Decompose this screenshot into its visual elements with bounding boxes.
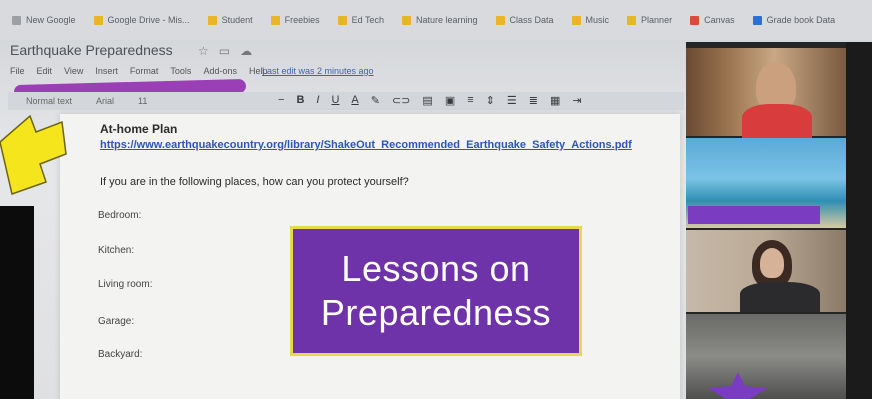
comment-icon[interactable]: ▤ xyxy=(422,94,432,107)
folder-icon xyxy=(93,15,103,25)
indent-icon[interactable]: ⇥ xyxy=(572,94,581,107)
line-spacing-icon[interactable]: ⇕ xyxy=(486,94,495,107)
cloud-icon: ☁ xyxy=(240,44,263,58)
bookmark-label: Google Drive - Mis... xyxy=(107,15,190,25)
video-tile[interactable] xyxy=(686,48,846,138)
lesson-banner: Lessons on Preparedness xyxy=(290,226,582,356)
last-edit-link[interactable]: Last edit was 2 minutes ago xyxy=(262,66,374,76)
menu-view[interactable]: View xyxy=(64,66,83,76)
numbered-list-icon[interactable]: ▦ xyxy=(550,94,560,107)
folder-icon xyxy=(337,15,347,25)
bookmark-item[interactable]: Freebies xyxy=(270,15,320,25)
room-label: Backyard: xyxy=(98,349,143,360)
room-label: Garage: xyxy=(98,316,135,327)
bookmark-item[interactable]: Google Drive - Mis... xyxy=(93,15,190,25)
star-icon[interactable]: ☆ xyxy=(198,44,219,58)
name-cover-bar xyxy=(688,206,820,224)
bookmark-item[interactable]: Planner xyxy=(627,15,672,25)
participant-shirt xyxy=(740,282,820,312)
bookmark-item[interactable]: Nature learning xyxy=(401,15,478,25)
bookmark-item[interactable]: New Google xyxy=(12,15,76,25)
room-label: Kitchen: xyxy=(98,245,135,256)
menu-addons[interactable]: Add-ons xyxy=(203,66,237,76)
folder-icon xyxy=(627,15,637,25)
bookmark-item[interactable]: Ed Tech xyxy=(337,15,384,25)
formatting-toolbar: Normal text Arial 11 − B I U A ✎ ⊂⊃ ▤ ▣ … xyxy=(8,92,684,110)
link-icon[interactable]: ⊂⊃ xyxy=(392,94,410,107)
participant-shirt xyxy=(742,104,812,138)
bookmark-label: Class Data xyxy=(509,15,554,25)
plan-question: If you are in the following places, how … xyxy=(100,176,409,188)
bookmark-label: Grade book Data xyxy=(766,15,836,25)
bookmark-item[interactable]: Class Data xyxy=(495,15,554,25)
menu-file[interactable]: File xyxy=(10,66,25,76)
checklist-icon[interactable]: ☰ xyxy=(507,94,517,107)
folder-icon xyxy=(401,15,411,25)
banner-line-2: Preparedness xyxy=(320,292,552,333)
bookmarks-bar: New Google Google Drive - Mis... Student… xyxy=(0,0,872,40)
screen-edge xyxy=(846,42,872,399)
menu-insert[interactable]: Insert xyxy=(95,66,118,76)
bookmark-item[interactable]: Grade book Data xyxy=(752,15,836,25)
text-color-button[interactable]: A xyxy=(351,94,358,107)
bookmark-label: Canvas xyxy=(704,15,735,25)
toolbar-tools: − B I U A ✎ ⊂⊃ ▤ ▣ ≡ ⇕ ☰ ≣ ▦ ⇥ xyxy=(278,94,582,107)
document-title[interactable]: Earthquake Preparedness xyxy=(10,42,173,58)
font-dropdown[interactable]: Arial xyxy=(96,96,114,106)
move-folder-icon[interactable]: ▭ xyxy=(219,44,240,58)
bookmark-label: Freebies xyxy=(284,15,320,25)
room-label: Bedroom: xyxy=(98,210,142,221)
video-participants-panel xyxy=(686,42,846,399)
bold-button[interactable]: B xyxy=(296,94,304,107)
screen: New Google Google Drive - Mis... Student… xyxy=(0,0,872,399)
bookmark-label: Student xyxy=(221,15,253,25)
room-label: Living room: xyxy=(98,279,153,290)
style-dropdown[interactable]: Normal text xyxy=(26,96,72,106)
minus-icon[interactable]: − xyxy=(278,94,284,107)
canvas-icon xyxy=(690,15,700,25)
italic-button[interactable]: I xyxy=(316,94,319,107)
menu-bar: File Edit View Insert Format Tools Add-o… xyxy=(10,66,267,76)
image-icon[interactable]: ▣ xyxy=(445,94,455,107)
folder-icon xyxy=(571,15,581,25)
bullet-list-icon[interactable]: ≣ xyxy=(529,94,538,107)
bookmark-item[interactable]: Student xyxy=(207,15,253,25)
bookmark-label: Nature learning xyxy=(415,15,478,25)
menu-tools[interactable]: Tools xyxy=(170,66,191,76)
menu-format[interactable]: Format xyxy=(130,66,159,76)
video-tile[interactable] xyxy=(686,230,846,312)
bookmark-label: Ed Tech xyxy=(351,15,384,25)
folder-icon xyxy=(207,15,217,25)
plan-heading: At-home Plan xyxy=(100,122,178,136)
participant-face xyxy=(760,248,784,278)
purple-star-icon xyxy=(708,372,768,399)
toolbar-dropdowns: Normal text Arial 11 xyxy=(8,96,147,106)
dark-border xyxy=(0,206,34,399)
bookmark-icon xyxy=(12,15,21,25)
folder-icon xyxy=(270,15,280,25)
align-icon[interactable]: ≡ xyxy=(467,94,473,107)
gradebook-icon xyxy=(752,15,762,25)
bookmark-label: Music xyxy=(585,15,610,25)
bookmark-label: Planner xyxy=(641,15,673,25)
banner-line-1: Lessons on xyxy=(341,248,531,289)
video-tile[interactable] xyxy=(686,138,846,228)
bookmark-label: New Google xyxy=(26,15,76,25)
folder-icon xyxy=(495,15,505,25)
menu-edit[interactable]: Edit xyxy=(37,66,53,76)
bookmark-item[interactable]: Music xyxy=(571,15,610,25)
highlight-icon[interactable]: ✎ xyxy=(371,94,380,107)
shakeout-link[interactable]: https://www.earthquakecountry.org/librar… xyxy=(100,138,632,152)
doc-title-icons: ☆▭☁ xyxy=(198,44,262,58)
font-size-dropdown[interactable]: 11 xyxy=(138,96,147,106)
yellow-arrow-icon xyxy=(0,114,67,195)
bookmark-item[interactable]: Canvas xyxy=(690,15,735,25)
underline-button[interactable]: U xyxy=(331,94,339,107)
